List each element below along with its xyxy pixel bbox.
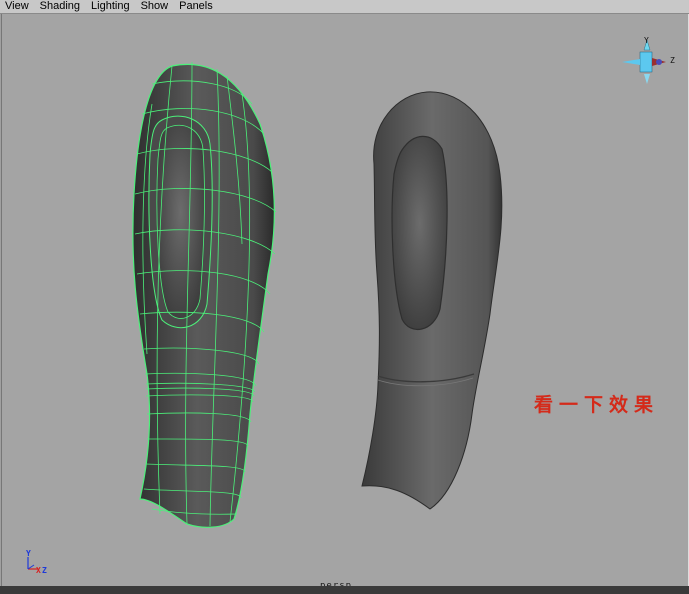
view-cube-y-label: Y bbox=[644, 36, 649, 45]
viewport-canvas bbox=[132, 61, 503, 528]
menu-show[interactable]: Show bbox=[136, 0, 175, 13]
wireframe-model[interactable] bbox=[132, 61, 277, 528]
axis-y-label: Y bbox=[26, 549, 31, 558]
menu-view[interactable]: View bbox=[0, 0, 35, 13]
overlay-annotation-text: 看一下效果 bbox=[534, 394, 660, 416]
shaded-pocket bbox=[391, 135, 448, 330]
menu-lighting[interactable]: Lighting bbox=[86, 0, 136, 13]
axis-z-label: Z bbox=[42, 566, 47, 575]
perspective-viewport[interactable]: 看一下效果 persp Y Z Y X Z bbox=[1, 14, 689, 586]
axis-x-label: X bbox=[36, 566, 41, 575]
menu-shading[interactable]: Shading bbox=[35, 0, 86, 13]
menu-panels[interactable]: Panels bbox=[174, 0, 219, 13]
view-cube-icon bbox=[622, 39, 666, 84]
timeline-strip[interactable] bbox=[0, 586, 689, 594]
shaded-model[interactable] bbox=[361, 91, 503, 510]
view-cube-z-label: Z bbox=[670, 56, 675, 65]
axis-indicator: Y X Z bbox=[22, 549, 52, 579]
wireframe-pocket-inner bbox=[156, 124, 205, 319]
view-cube[interactable]: Y Z bbox=[614, 36, 680, 102]
viewport-menubar: View Shading Lighting Show Panels bbox=[0, 0, 689, 14]
